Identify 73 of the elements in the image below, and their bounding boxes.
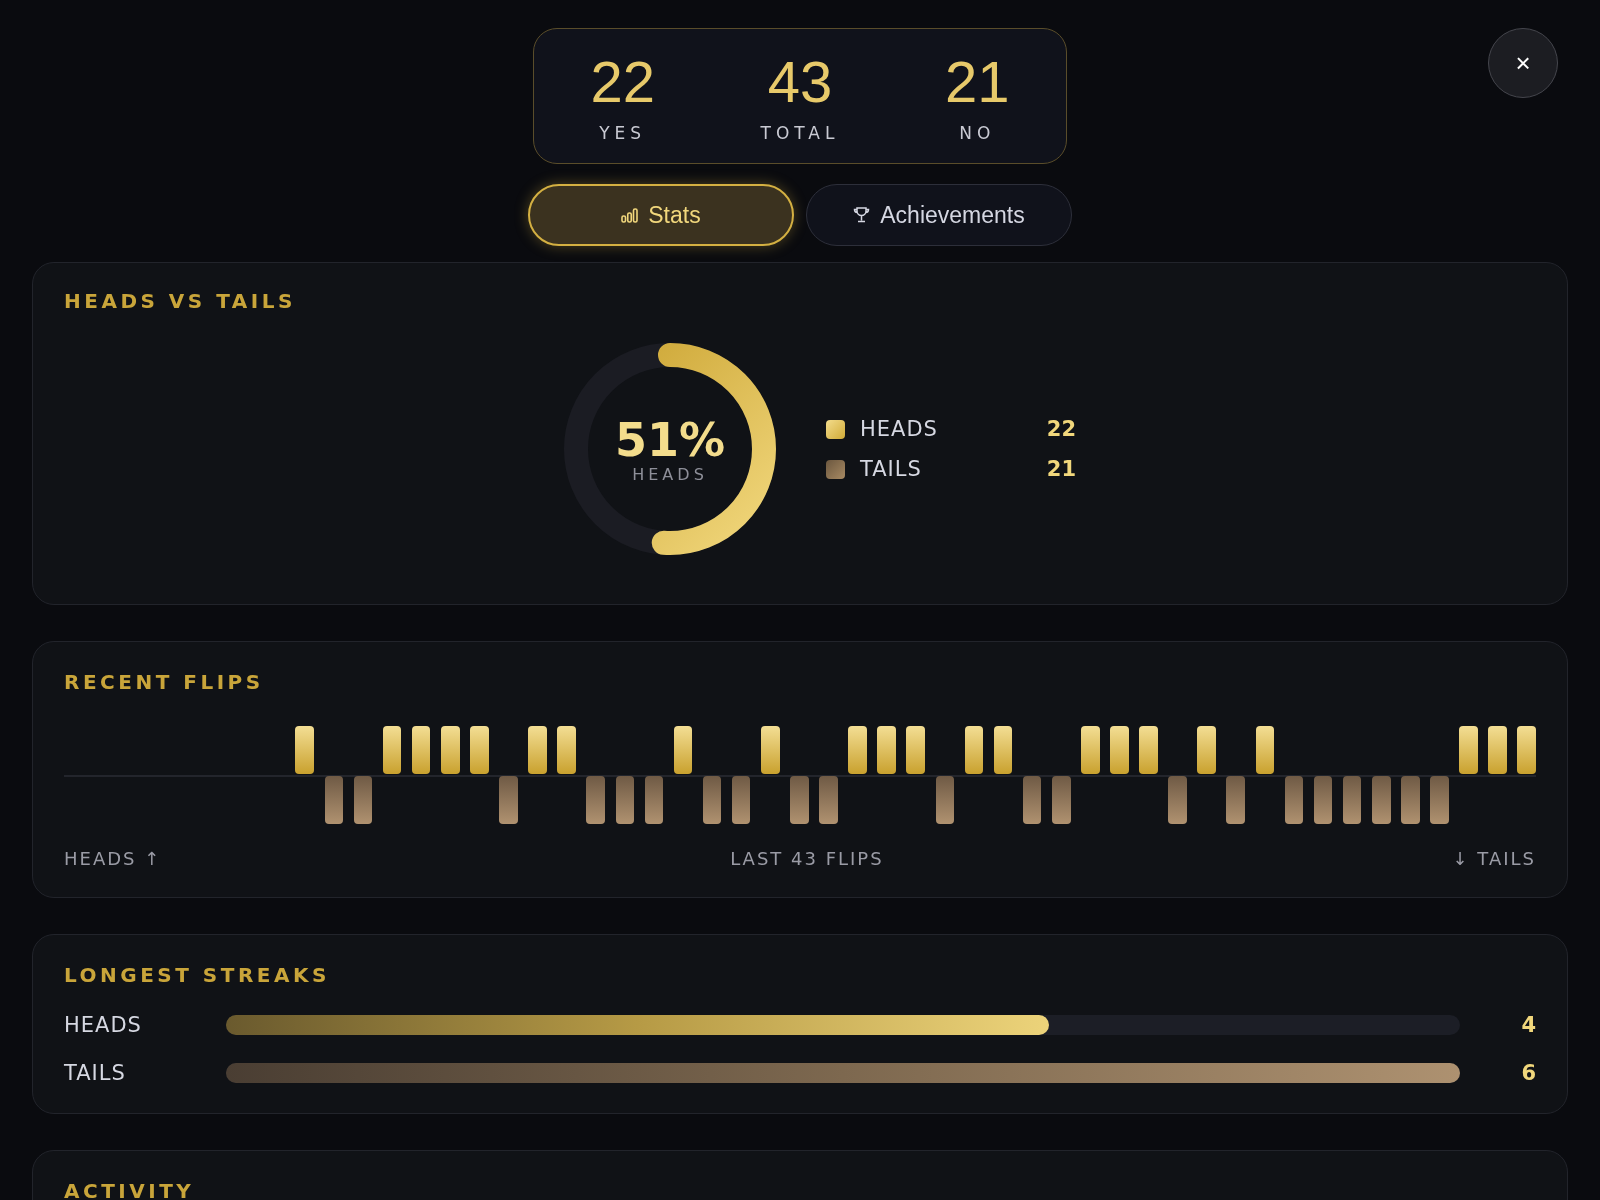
heads-bar xyxy=(1517,726,1536,774)
axis-label: LAST 43 FLIPS xyxy=(730,848,884,869)
tails-bar xyxy=(499,776,518,824)
card-title: LONGEST STREAKS xyxy=(64,963,331,987)
tails-bar xyxy=(702,776,722,824)
tab[interactable]: Achievements xyxy=(806,184,1072,246)
tails-bar xyxy=(1313,776,1333,824)
heads-bar xyxy=(528,726,547,774)
heads-bar xyxy=(411,726,431,774)
tails-bar xyxy=(1430,776,1449,824)
tails-bar xyxy=(819,776,838,824)
card-title: RECENT FLIPS xyxy=(64,670,265,694)
heads-bar xyxy=(440,726,460,774)
percentage-caption: HEADS xyxy=(632,464,708,484)
tails-bar xyxy=(731,776,751,824)
percentage-value: 51% xyxy=(614,414,726,465)
heads-bar xyxy=(1255,726,1275,774)
heads-bar xyxy=(993,726,1013,774)
stat-value: 43 xyxy=(767,49,833,115)
tails-bar xyxy=(1226,776,1246,824)
heads-bar xyxy=(877,726,896,774)
streak-label: TAILS xyxy=(64,1061,127,1085)
heads-bar xyxy=(906,726,926,774)
tab[interactable]: Stats xyxy=(528,184,794,246)
tails-bar xyxy=(644,776,664,824)
legend-label: TAILS xyxy=(860,457,923,481)
tails-bar xyxy=(935,776,955,824)
tails-bar xyxy=(1371,776,1391,824)
streak-value: 6 xyxy=(1520,1061,1536,1085)
heads-bar xyxy=(1197,726,1216,774)
tails-bar xyxy=(586,776,605,824)
legend-count: 21 xyxy=(1046,457,1076,481)
heads-bar xyxy=(382,726,402,774)
heads-bar xyxy=(1110,726,1129,774)
stat-value: 22 xyxy=(590,49,655,115)
stat-label: NO xyxy=(959,123,996,143)
heads-bar xyxy=(557,726,576,774)
tails-bar xyxy=(324,776,344,824)
streak-label: HEADS xyxy=(64,1013,143,1037)
heads-bar xyxy=(1488,726,1507,774)
heads-bar xyxy=(1081,726,1100,774)
tails-bar xyxy=(1342,776,1362,824)
tails-bar xyxy=(353,776,373,824)
heads-bar xyxy=(1139,726,1158,774)
tails-bar xyxy=(1051,776,1071,824)
heads-bar xyxy=(673,726,693,774)
legend-count: 22 xyxy=(1046,417,1076,441)
heads-bar xyxy=(295,726,315,774)
tails-bar xyxy=(790,776,809,824)
tails-bar xyxy=(615,776,635,824)
legend-label: HEADS xyxy=(860,417,939,441)
tails-bar xyxy=(1168,776,1187,824)
heads-bar xyxy=(1459,726,1478,774)
heads-bar xyxy=(760,726,780,774)
close-button[interactable]: × xyxy=(1488,28,1558,98)
heads-bar xyxy=(848,726,867,774)
heads-bar xyxy=(964,726,984,774)
card-title: ACTIVITY xyxy=(64,1179,196,1200)
heads-bar xyxy=(470,726,489,774)
tails-bar xyxy=(1401,776,1420,824)
streak-value: 4 xyxy=(1520,1013,1536,1037)
stat-value: 21 xyxy=(945,49,1010,115)
stat-label: TOTAL xyxy=(760,123,840,143)
axis-label: HEADS ↑ xyxy=(64,848,162,869)
axis-label: ↓ TAILS xyxy=(1452,848,1536,869)
trophy-icon xyxy=(853,207,871,223)
legend-swatch xyxy=(826,419,845,439)
tails-bar xyxy=(1284,776,1304,824)
bar-chart-icon xyxy=(621,207,639,223)
stat-label: YES xyxy=(599,123,647,143)
legend-swatch xyxy=(826,459,845,479)
tails-bar xyxy=(1022,776,1042,824)
card-title: HEADS VS TAILS xyxy=(64,289,297,313)
